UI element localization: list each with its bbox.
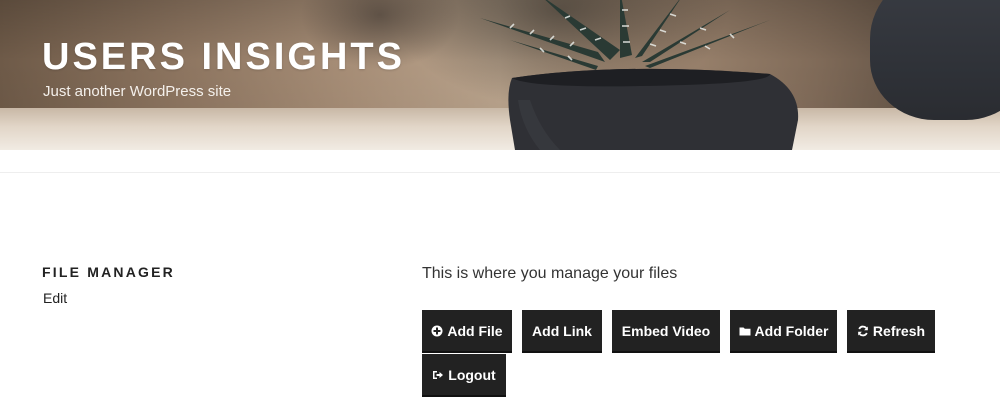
embed-video-button[interactable]: Embed Video (612, 310, 720, 353)
add-folder-label: Add Folder (754, 322, 829, 339)
add-folder-button[interactable]: Add Folder (730, 310, 837, 353)
add-link-label: Add Link (532, 322, 592, 339)
header-image: USERS INSIGHTS Just another WordPress si… (0, 0, 1000, 150)
add-file-label: Add File (447, 322, 503, 339)
edit-link[interactable]: Edit (43, 290, 67, 306)
intro-text: This is where you manage your files (422, 265, 678, 282)
refresh-button[interactable]: Refresh (847, 310, 935, 353)
header-divider (0, 172, 1000, 173)
sign-out-icon (432, 369, 444, 381)
embed-video-label: Embed Video (621, 322, 711, 339)
site-title[interactable]: USERS INSIGHTS (42, 36, 405, 79)
refresh-label: Refresh (872, 322, 926, 339)
logout-button[interactable]: Logout (422, 354, 506, 397)
add-file-button[interactable]: Add File (422, 310, 512, 353)
page-title: FILE MANAGER (42, 264, 175, 280)
header-image-pot-right (870, 0, 1000, 120)
folder-icon (739, 325, 751, 337)
plant-pot-illustration (480, 0, 799, 150)
add-link-button[interactable]: Add Link (522, 310, 602, 353)
plus-circle-icon (431, 325, 443, 337)
site-description: Just another WordPress site (43, 83, 232, 100)
refresh-icon (857, 325, 869, 337)
logout-label: Logout (448, 366, 496, 383)
